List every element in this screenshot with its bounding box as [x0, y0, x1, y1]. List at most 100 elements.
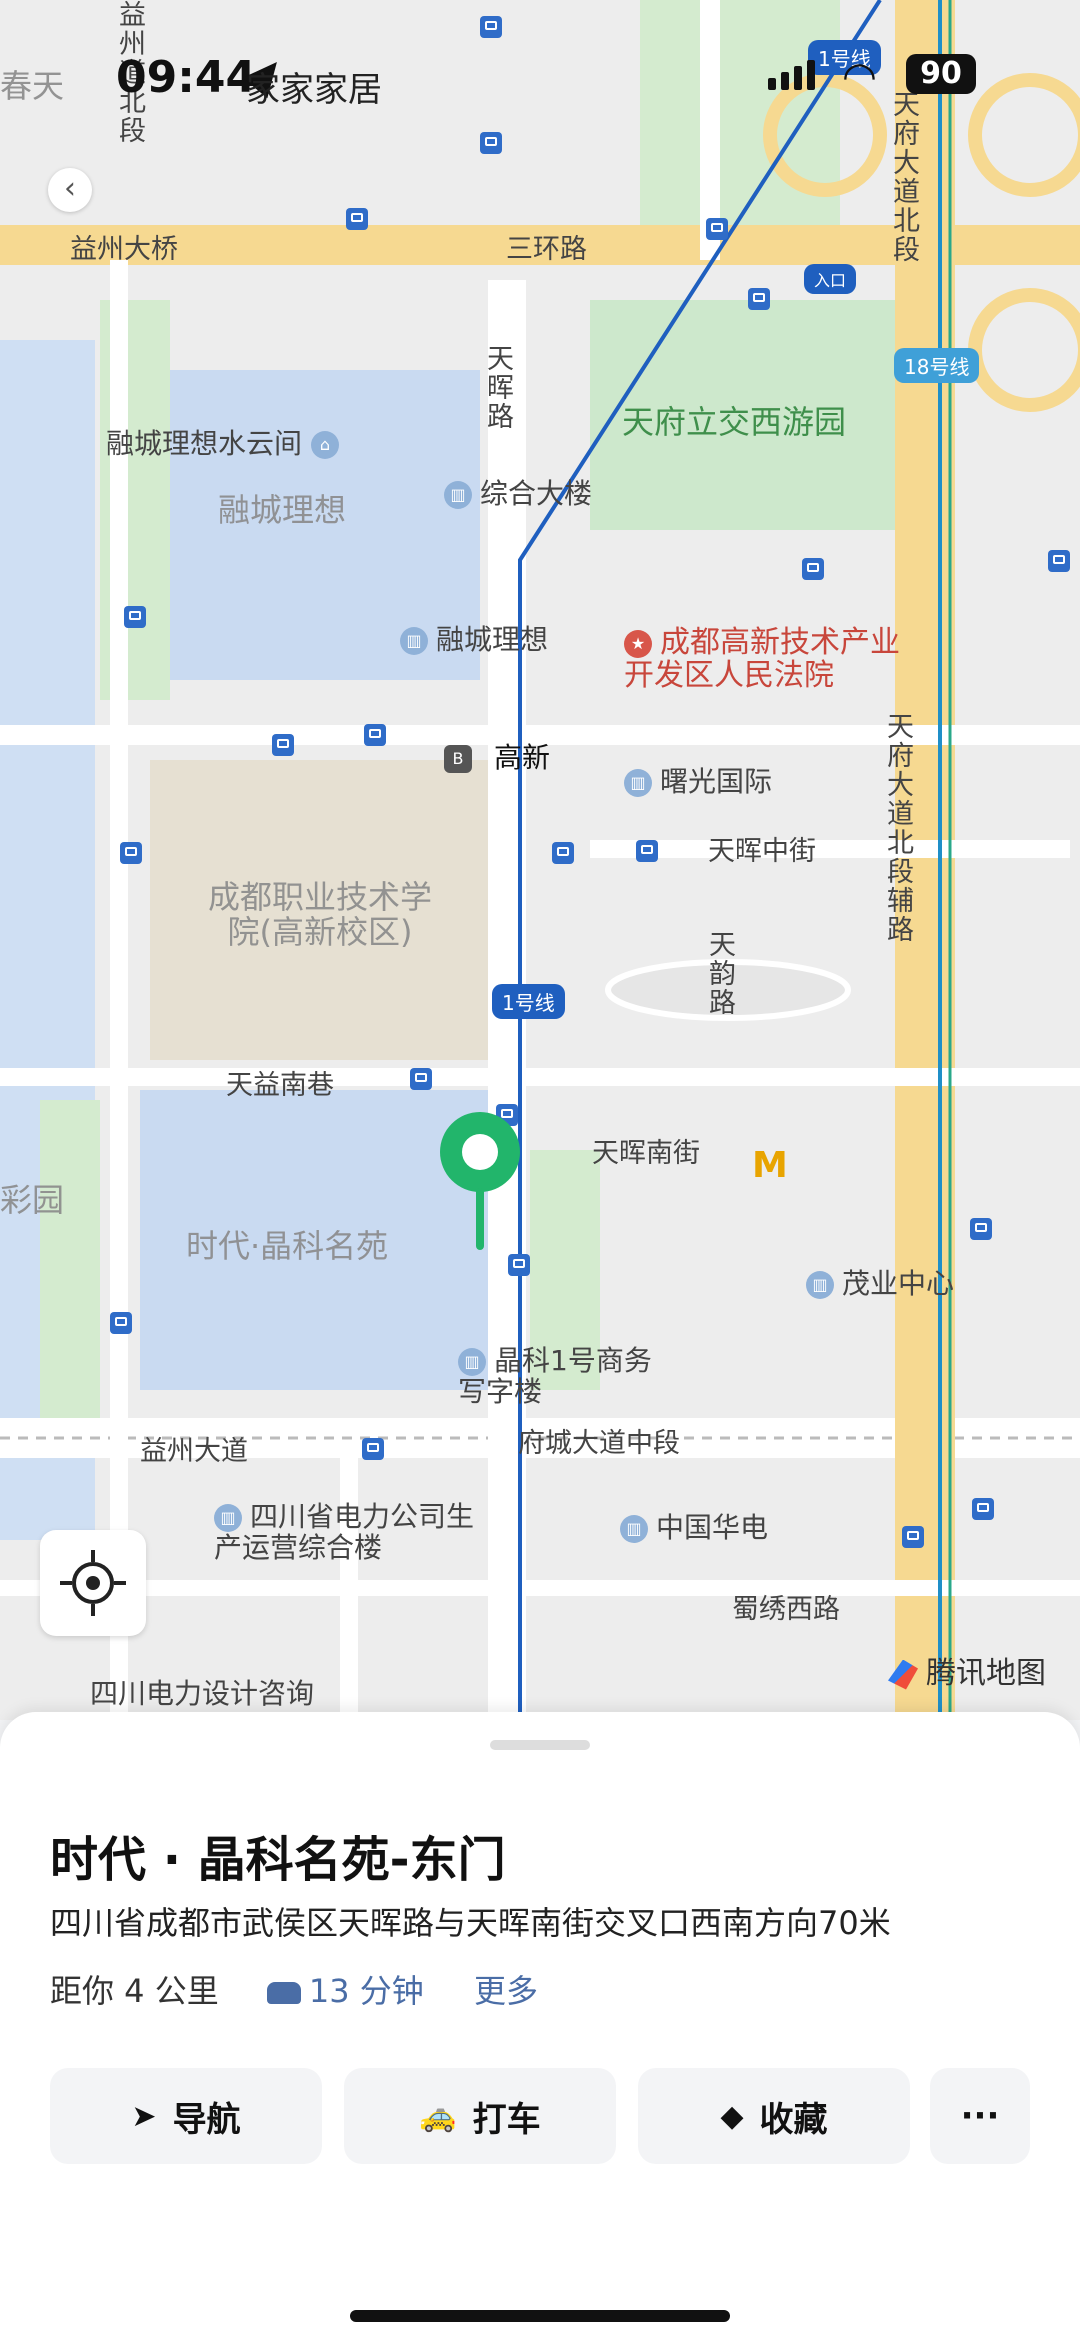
poi-jingke-office[interactable]: ▥ 晶科1号商务写字楼 [458, 1344, 658, 1408]
poi-shuguang[interactable]: ▥ 曙光国际 [624, 768, 772, 797]
poi-label: 曙光国际 [660, 765, 773, 798]
mcdonalds-icon: M [752, 1145, 788, 1186]
bus-station-icon: B [444, 745, 472, 773]
bus-stop-icon[interactable] [120, 842, 142, 864]
home-icon: ⌂ [310, 431, 339, 459]
building-icon: ▥ [458, 1348, 486, 1376]
area-label: 成都职业技术学院(高新校区) [200, 878, 440, 952]
bus-stop-icon[interactable] [346, 208, 368, 230]
back-button[interactable]: ‹ [48, 168, 92, 212]
bus-stop-icon[interactable] [272, 734, 294, 756]
area-label: 彩园 [0, 1181, 65, 1219]
area-label: 时代·晶科名苑 [186, 1227, 389, 1265]
poi-china-huadian[interactable]: ▥ 中国华电 [620, 1514, 768, 1543]
favorite-button[interactable]: ◆ 收藏 [638, 2068, 910, 2164]
place-detail-sheet[interactable]: 时代 · 晶科名苑-东门 四川省成都市武侯区天晖路与天晖南街交叉口西南方向70米… [0, 1712, 1080, 2340]
road-label: 天府大道北段辅路 [882, 712, 913, 944]
poi-court[interactable]: ★ 成都高新技术产业开发区人民法院 [624, 626, 924, 692]
more-link[interactable]: 更多 [474, 1972, 538, 2010]
navigate-label: 导航 [172, 2099, 241, 2140]
road-label: 天府大道北段 [888, 90, 919, 264]
poi-power-design[interactable]: 四川电力设计咨询 [90, 1680, 314, 1708]
poi-mcdonalds[interactable]: M [752, 1148, 788, 1184]
area-label: 融城理想 [218, 491, 347, 529]
taxi-icon: 🚕 [419, 2098, 457, 2134]
road-label: 蜀绣西路 [732, 1594, 840, 1625]
location-pin-icon[interactable] [440, 1112, 520, 1250]
more-actions-button[interactable]: ··· [930, 2068, 1030, 2164]
tencent-map-icon [888, 1659, 918, 1690]
navigation-arrow-icon: ➤ [131, 2098, 157, 2134]
poi-label: 中国华电 [656, 1511, 769, 1544]
bus-stop-icon[interactable] [706, 218, 728, 240]
cellular-signal-icon [768, 60, 820, 90]
bus-stop-icon[interactable] [552, 842, 574, 864]
bus-stop-icon[interactable] [410, 1068, 432, 1090]
poi-label: 融城理想水云间 [106, 427, 303, 460]
building-icon: ▥ [806, 1271, 834, 1299]
bus-stop-icon[interactable] [508, 1254, 530, 1276]
college-label: 成都职业技术学院(高新校区) [207, 878, 432, 952]
poi-rongcheng-shuiyun[interactable]: 融城理想水云间 ⌂ [106, 430, 347, 459]
poi-label: 融城理想 [436, 623, 549, 656]
building-icon: ▥ [624, 769, 652, 797]
status-bar: 09:44 家家家居 ◠ 90 [0, 48, 1080, 111]
taxi-label: 打车 [472, 2099, 541, 2140]
building-icon: ▥ [620, 1515, 648, 1543]
road-label: 益州大桥 [70, 234, 178, 265]
place-title: 时代 · 晶科名苑-东门 [50, 1832, 506, 1888]
taxi-button[interactable]: 🚕 打车 [344, 2068, 616, 2164]
navigate-button[interactable]: ➤ 导航 [50, 2068, 322, 2164]
bus-stop-icon[interactable] [1048, 550, 1070, 572]
poi-label: 四川省电力公司生产运营综合楼 [214, 1500, 475, 1564]
road-label: 天晖南街 [592, 1138, 700, 1169]
action-bar: ➤ 导航 🚕 打车 ◆ 收藏 ··· [50, 2068, 1040, 2164]
bus-stop-icon[interactable] [636, 840, 658, 862]
bus-stop-icon[interactable] [902, 1526, 924, 1548]
bus-stop-icon[interactable] [480, 16, 502, 38]
map-provider-logo: 腾讯地图 [888, 1648, 1046, 1692]
locate-me-button[interactable] [40, 1530, 146, 1636]
poi-label: 高新 [494, 741, 551, 774]
poi-maoye[interactable]: ▥ 茂业中心 [806, 1270, 954, 1299]
bus-stop-icon[interactable] [480, 132, 502, 154]
distance-text: 距你 4 公里 [50, 1972, 219, 2010]
poi-complex-building[interactable]: ▥ 综合大楼 [444, 480, 592, 509]
poi-label: 晶科1号商务写字楼 [458, 1344, 652, 1408]
bus-stop-icon[interactable] [364, 724, 386, 746]
entrance-badge: 入口 [804, 264, 857, 294]
bus-stop-icon[interactable] [362, 1438, 384, 1460]
bus-stop-icon[interactable] [970, 1218, 992, 1240]
road-label: 天益南巷 [226, 1070, 334, 1101]
road-label: 三环路 [506, 234, 587, 265]
favorite-label: 收藏 [759, 2099, 828, 2140]
poi-label: 成都高新技术产业开发区人民法院 [624, 625, 900, 693]
poi-label: 四川电力设计咨询 [90, 1677, 315, 1710]
poi-label: 综合大楼 [480, 477, 593, 510]
sheet-grabber[interactable] [490, 1740, 590, 1750]
back-to-app-label[interactable]: 家家家居 [246, 62, 382, 111]
bus-stop-icon[interactable] [802, 558, 824, 580]
metro-line-badge: 1号线 [492, 984, 565, 1019]
bus-stop-icon[interactable] [124, 606, 146, 628]
chevron-left-icon: ‹ [64, 171, 76, 206]
bus-stop-icon[interactable] [972, 1498, 994, 1520]
home-indicator[interactable] [350, 2310, 730, 2322]
drive-time-label: 13 分钟 [308, 1972, 424, 2010]
bus-stop-icon[interactable] [110, 1312, 132, 1334]
poi-rongcheng[interactable]: ▥ 融城理想 [400, 626, 548, 655]
building-icon: ▥ [444, 481, 472, 509]
map-view[interactable]: 益州大桥 三环路 天晖路 益州道北段 天府大道北段 天府大道北段辅路 天晖中街 … [0, 0, 1080, 1720]
status-time: 09:44 [116, 52, 257, 103]
road-label: 府城大道中段 [518, 1428, 680, 1459]
battery-indicator: 90 [906, 54, 976, 94]
more-dots-icon: ··· [960, 2096, 1000, 2136]
road-label: 益州大道 [140, 1436, 248, 1467]
road-label: 天韵路 [704, 930, 735, 1017]
poi-power-company[interactable]: ▥ 四川省电力公司生产运营综合楼 [214, 1500, 484, 1564]
park-label: 天府立交西游园 [622, 403, 847, 441]
drive-time[interactable]: 13 分钟 [266, 1972, 424, 2010]
bus-stop-icon[interactable] [748, 288, 770, 310]
poi-gaoxin-station[interactable]: B 高新 [444, 744, 550, 773]
building-icon: ▥ [214, 1504, 242, 1532]
